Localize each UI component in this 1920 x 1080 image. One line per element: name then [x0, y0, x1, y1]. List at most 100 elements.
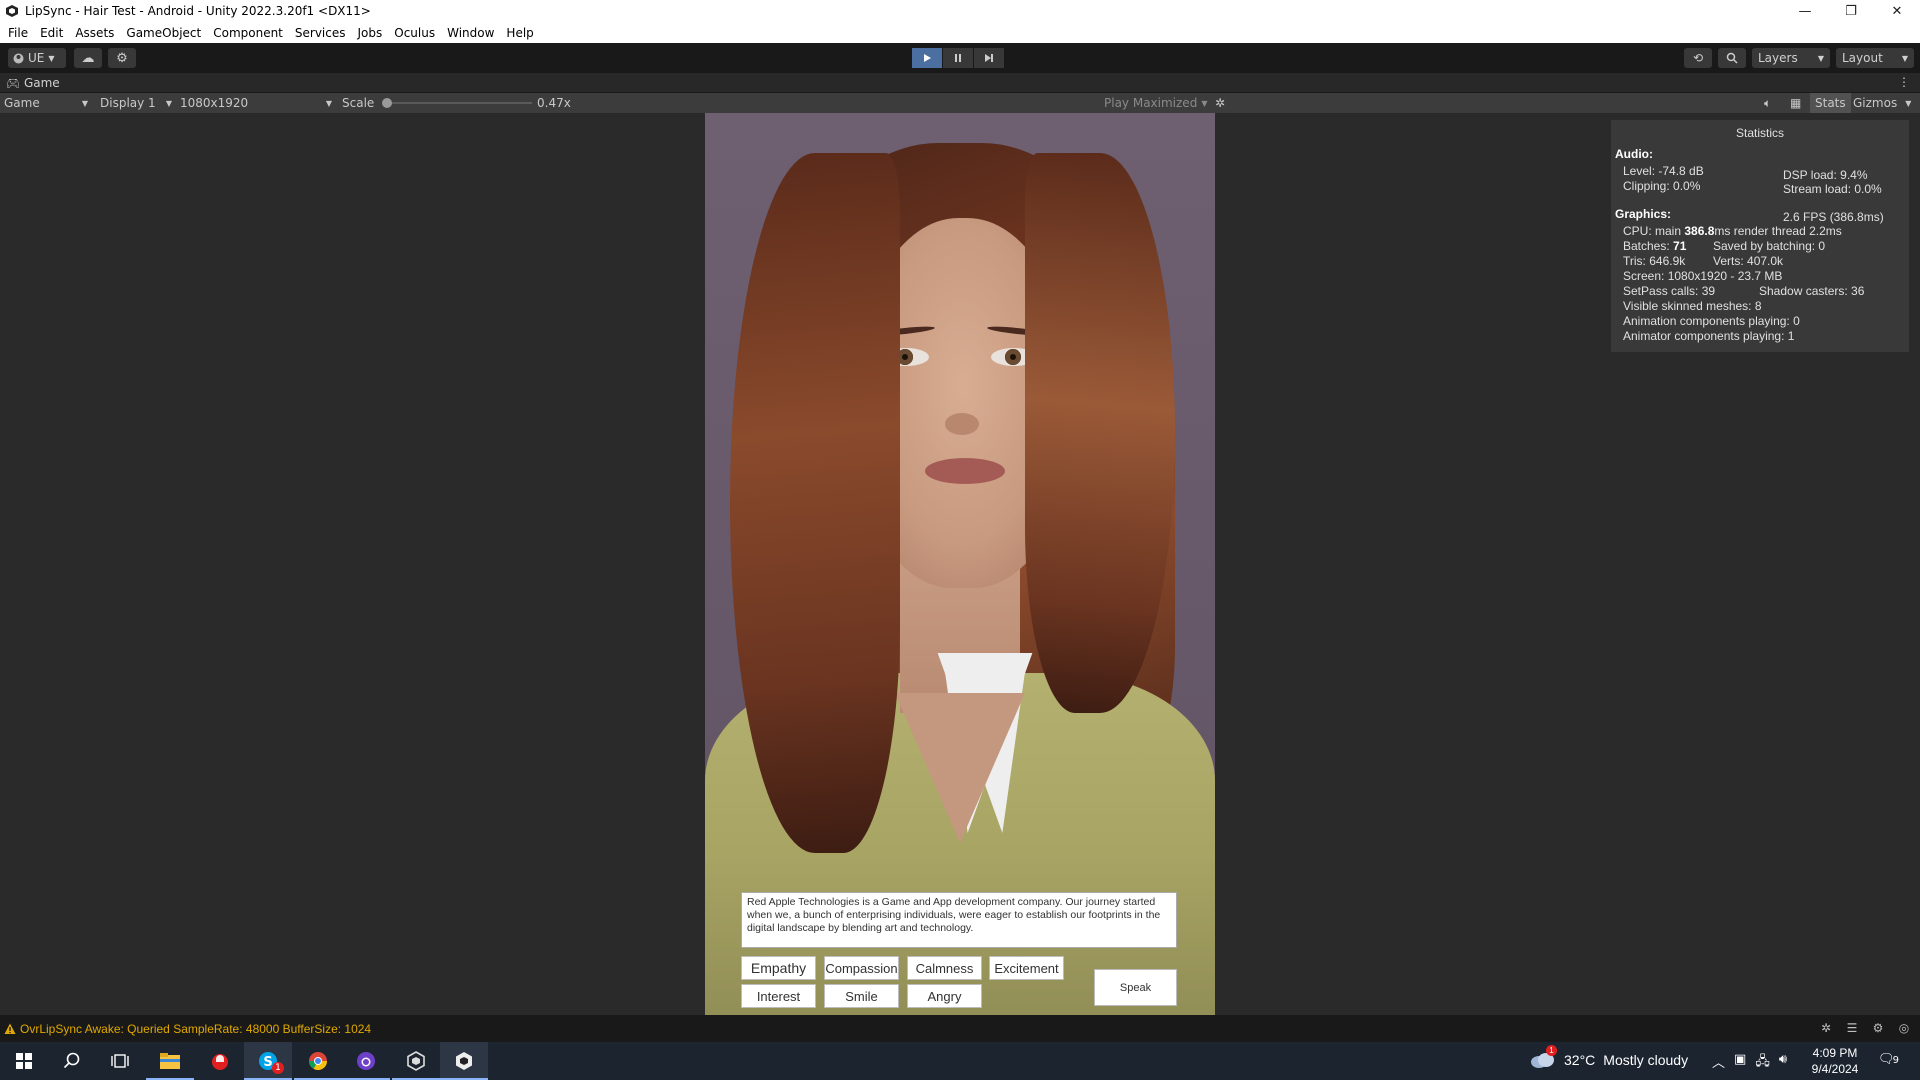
scale-label: Scale [342, 96, 375, 110]
layout-dropdown[interactable]: Layout ▼ [1836, 48, 1914, 68]
empathy-button[interactable]: Empathy [741, 956, 816, 980]
search-icon [1726, 52, 1738, 64]
file-explorer-button[interactable] [146, 1042, 194, 1080]
cpu-readout: CPU: main 386.8ms render thread 2.2ms [1623, 224, 1842, 238]
task-view-button[interactable] [96, 1042, 144, 1080]
menu-assets[interactable]: Assets [69, 26, 120, 40]
history-button[interactable]: ⟲ [1684, 48, 1712, 68]
notification-center-button[interactable]: 🗨︎ 9 [1878, 1052, 1899, 1067]
collab-button[interactable]: ⚙ [108, 48, 136, 68]
weather-description: Mostly cloudy [1603, 1052, 1689, 1068]
github-desktop-button[interactable] [342, 1042, 390, 1080]
start-button[interactable] [0, 1042, 48, 1080]
angry-button[interactable]: Angry [907, 984, 982, 1008]
auto-generate-icon[interactable]: ⚙ [1870, 1020, 1886, 1036]
step-button[interactable] [974, 48, 1004, 68]
menu-component[interactable]: Component [207, 26, 289, 40]
main-toolbar: UE ▼ ☁ ⚙ ⟲ Layers ▼ Layout ▼ [0, 43, 1920, 73]
menu-file[interactable]: File [2, 26, 34, 40]
weather-temperature: 32°C [1564, 1052, 1596, 1068]
cache-server-icon[interactable]: ☰ [1844, 1020, 1860, 1036]
calmness-button[interactable]: Calmness [907, 956, 982, 980]
cloud-button[interactable]: ☁ [74, 48, 102, 68]
menu-gameobject[interactable]: GameObject [120, 26, 207, 40]
scale-slider-thumb[interactable] [382, 98, 392, 108]
display-label: Display 1 [100, 96, 156, 110]
unity-hub-icon [407, 1051, 425, 1071]
step-icon [985, 54, 993, 62]
pause-button[interactable] [943, 48, 973, 68]
search-button[interactable] [1718, 48, 1746, 68]
more-options-icon[interactable]: ⋮ [1898, 75, 1910, 89]
audio-mute-icon[interactable]: 🔈︎ [1764, 93, 1771, 113]
play-button[interactable] [912, 48, 942, 68]
menu-oculus[interactable]: Oculus [388, 26, 441, 40]
display-dropdown[interactable]: Display 1 ▼ [100, 93, 172, 113]
windows-logo-icon [16, 1053, 32, 1069]
search-taskbar-button[interactable] [48, 1042, 96, 1080]
menu-services[interactable]: Services [289, 26, 352, 40]
play-icon [924, 54, 931, 62]
taskbar-clock[interactable]: 4:09 PM 9/4/2024 [1804, 1045, 1866, 1077]
unity-hub-button[interactable] [392, 1042, 440, 1080]
menu-jobs[interactable]: Jobs [352, 26, 389, 40]
restore-button[interactable]: ❐ [1828, 0, 1874, 22]
menu-edit[interactable]: Edit [34, 26, 69, 40]
excitement-button[interactable]: Excitement [989, 956, 1064, 980]
speak-button[interactable]: Speak [1094, 969, 1177, 1006]
close-button[interactable]: ✕ [1874, 0, 1920, 22]
layers-dropdown[interactable]: Layers ▼ [1752, 48, 1830, 68]
clock-date: 9/4/2024 [1811, 1062, 1859, 1076]
speech-text-input[interactable]: Red Apple Technologies is a Game and App… [741, 892, 1177, 948]
statistics-panel: Statistics Audio: Level: -74.8 dB Clippi… [1611, 120, 1909, 352]
game-view[interactable]: Red Apple Technologies is a Game and App… [0, 113, 1920, 1015]
notification-count: 9 [1892, 1055, 1900, 1066]
network-icon[interactable]: 🖧︎ [1755, 1052, 1770, 1074]
chevron-up-icon[interactable]: ︿ [1712, 1052, 1725, 1074]
gizmos-dropdown[interactable]: Gizmos ▼ [1853, 93, 1911, 113]
game-tab-strip: 🎮︎ Game ⋮ [0, 73, 1920, 93]
animator-components-readout: Animator components playing: 1 [1623, 329, 1795, 343]
audio-header: Audio: [1615, 147, 1653, 161]
smile-button[interactable]: Smile [824, 984, 899, 1008]
dsp-load: DSP load: 9.4% [1783, 168, 1868, 182]
resolution-label: 1080x1920 [180, 96, 249, 110]
chrome-button[interactable] [294, 1042, 342, 1080]
tab-game[interactable]: 🎮︎ Game [6, 76, 60, 90]
game-mode-dropdown[interactable]: Game ▼ [4, 93, 88, 113]
stats-toggle[interactable]: Stats [1810, 93, 1851, 113]
menu-window[interactable]: Window [441, 26, 500, 40]
unity-editor-icon [456, 1052, 472, 1070]
account-dropdown[interactable]: UE ▼ [8, 48, 66, 68]
system-tray: ︿ ▣ 🖧︎ 🔊︎ [1712, 1052, 1787, 1074]
chevron-down-icon: ▼ [81, 98, 88, 108]
resolution-dropdown[interactable]: 1080x1920 ▼ [180, 93, 332, 113]
minimize-button[interactable]: — [1782, 0, 1828, 22]
progress-icon[interactable]: ◎ [1896, 1020, 1912, 1036]
screen-readout: Screen: 1080x1920 - 23.7 MB [1623, 269, 1783, 283]
console-status-bar[interactable]: OvrLipSync Awake: Queried SampleRate: 48… [0, 1015, 1920, 1042]
menu-help[interactable]: Help [500, 26, 539, 40]
grid-icon[interactable]: ▦ [1790, 93, 1801, 113]
settings-icon: ⚙ [116, 50, 128, 66]
interest-button[interactable]: Interest [741, 984, 816, 1008]
play-mode-dropdown[interactable]: Play Maximized ▼ [1104, 93, 1207, 113]
bug-icon[interactable]: ✲ [1215, 93, 1225, 113]
volume-icon[interactable]: 🔊︎ [1779, 1052, 1787, 1074]
audio-clipping: Clipping: 0.0% [1623, 179, 1701, 193]
windows-taskbar: S 1 1 32°C Mostly cloudy ︿ ▣ 🖧︎ 🔊︎ 4:09 … [0, 1042, 1920, 1080]
red-app-button[interactable] [196, 1042, 244, 1080]
skype-button[interactable]: S 1 [244, 1042, 292, 1080]
animation-components-readout: Animation components playing: 0 [1623, 314, 1800, 328]
unity-editor-button[interactable] [440, 1042, 488, 1080]
compassion-button[interactable]: Compassion [824, 956, 899, 980]
game-viewport[interactable]: Red Apple Technologies is a Game and App… [705, 113, 1215, 1015]
graphics-header: Graphics: [1615, 207, 1672, 221]
debug-icon[interactable]: ✲ [1818, 1020, 1834, 1036]
meet-now-icon[interactable]: ▣ [1734, 1052, 1746, 1074]
scale-slider-track[interactable] [384, 102, 532, 104]
stream-load: Stream load: 0.0% [1783, 182, 1882, 196]
weather-widget[interactable]: 1 32°C Mostly cloudy [1530, 1045, 1689, 1069]
tris-readout: Tris: 646.9k [1623, 254, 1686, 268]
character-lips [925, 458, 1005, 484]
